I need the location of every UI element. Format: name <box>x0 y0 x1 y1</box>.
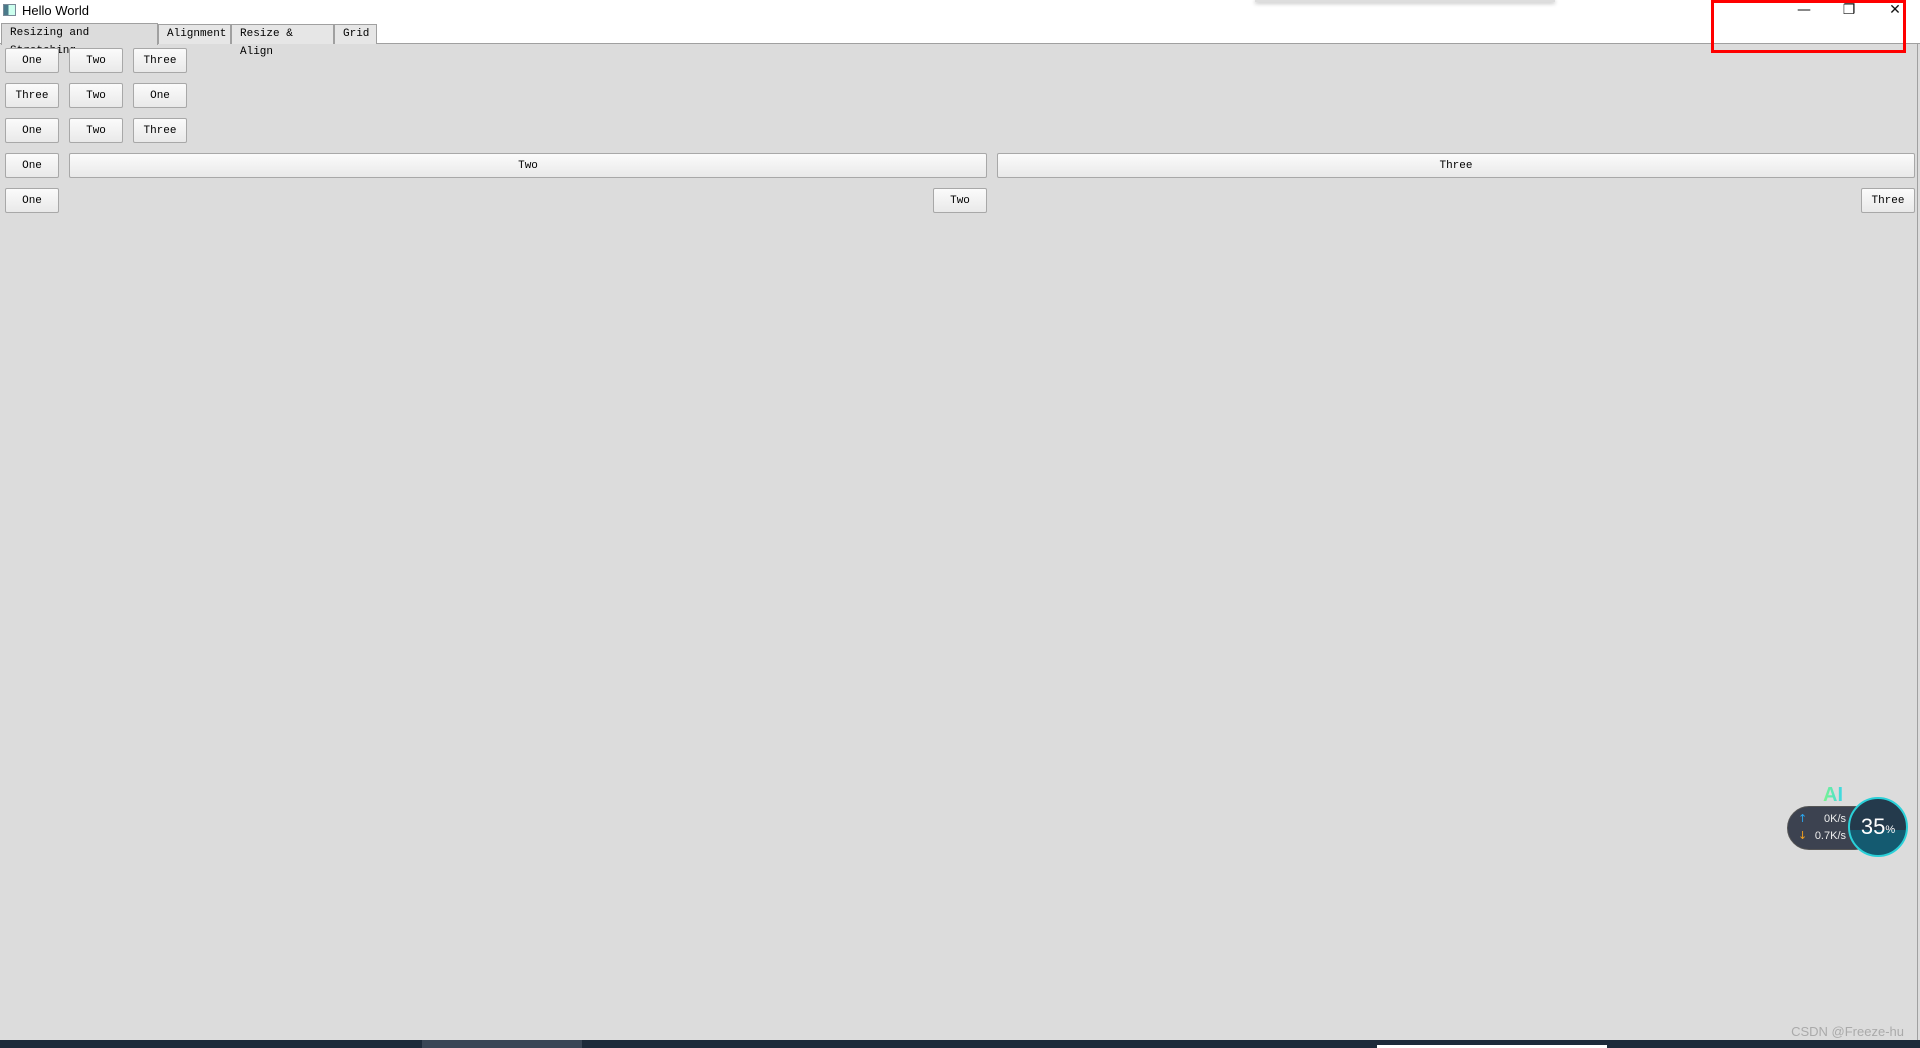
button-two[interactable]: Two <box>69 83 123 108</box>
download-rate: 0.7K/s <box>1814 830 1846 842</box>
button-three[interactable]: Three <box>1861 188 1915 213</box>
cpu-gauge: 35% <box>1848 797 1908 857</box>
button-one[interactable]: One <box>5 153 59 178</box>
window-border <box>1917 43 1918 1040</box>
popup-shadow <box>1255 0 1555 2</box>
watermark: CSDN @Freeze-hu <box>1791 1024 1904 1039</box>
cpu-unit: % <box>1885 824 1896 836</box>
tab-resize-align[interactable]: Resize & Align <box>231 24 334 58</box>
button-three[interactable]: Three <box>133 118 187 143</box>
tab-resizing-and-stretching[interactable]: Resizing and Stretching <box>1 23 158 57</box>
window-title: Hello World <box>22 3 89 18</box>
button-three-stretched[interactable]: Three <box>997 153 1915 178</box>
ai-label: AI <box>1823 784 1843 806</box>
button-one[interactable]: One <box>133 83 187 108</box>
button-two[interactable]: Two <box>69 118 123 143</box>
tab-bar: Resizing and Stretching Alignment Resize… <box>0 23 1920 58</box>
taskbar-item[interactable] <box>422 1040 582 1048</box>
tab-grid[interactable]: Grid <box>334 24 377 44</box>
button-two[interactable]: Two <box>933 188 987 213</box>
button-two-stretched[interactable]: Two <box>69 153 987 178</box>
tab-alignment[interactable]: Alignment <box>158 24 231 44</box>
button-three[interactable]: Three <box>133 48 187 73</box>
button-two[interactable]: Two <box>69 48 123 73</box>
button-three[interactable]: Three <box>5 83 59 108</box>
button-one[interactable]: One <box>5 118 59 143</box>
download-arrow-icon: ↓ <box>1798 829 1808 842</box>
app-icon <box>3 4 16 16</box>
taskbar <box>0 1040 1920 1048</box>
title-bar: Hello World — ❐ ✕ <box>0 0 1920 24</box>
highlight-box <box>1711 0 1906 53</box>
network-monitor-widget[interactable]: AI ↑ 0K/s ↓ 0.7K/s 35% <box>1785 780 1910 860</box>
upload-rate: 0K/s <box>1823 813 1846 825</box>
button-one[interactable]: One <box>5 188 59 213</box>
upload-arrow-icon: ↑ <box>1798 812 1808 825</box>
button-one[interactable]: One <box>5 48 59 73</box>
cpu-value: 35 <box>1860 814 1886 839</box>
